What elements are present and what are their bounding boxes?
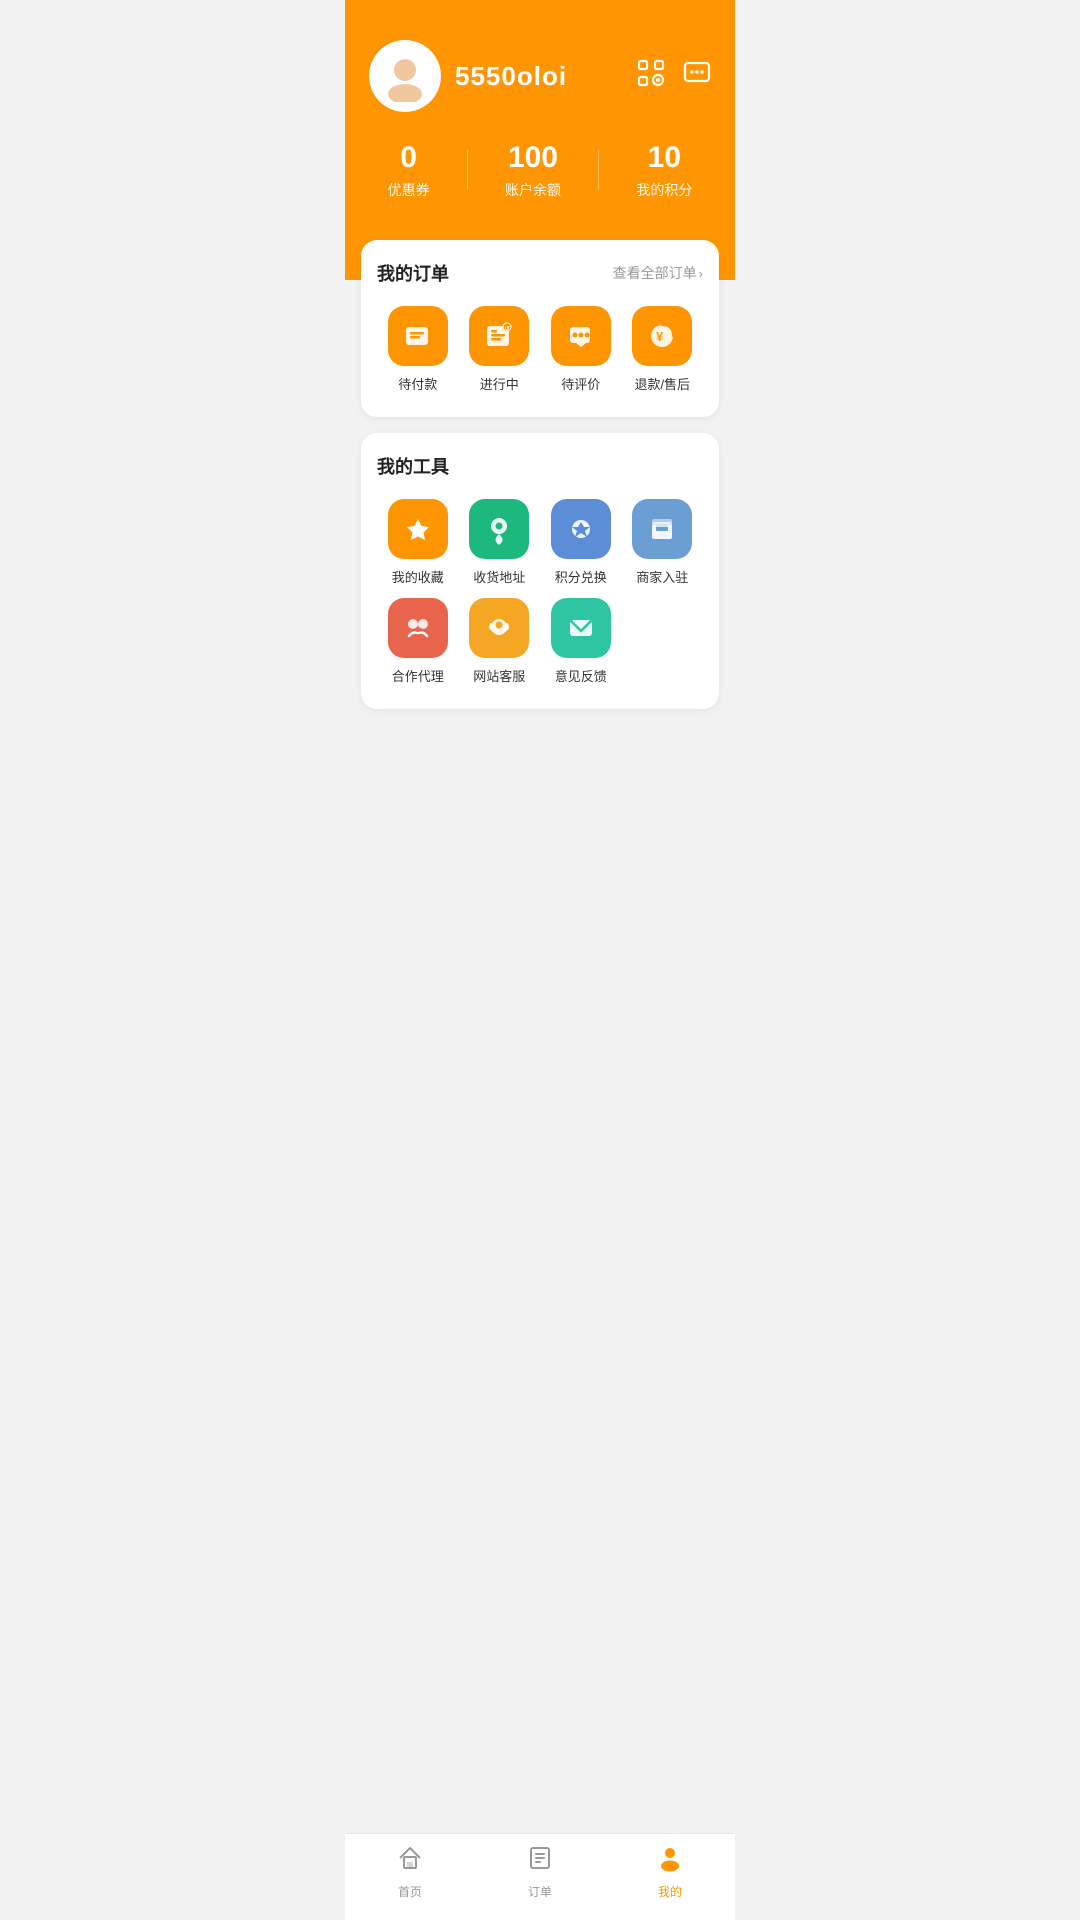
tool-partner-label: 合作代理 — [392, 666, 444, 685]
order-in-progress-label: 进行中 — [480, 374, 519, 393]
tool-feedback[interactable]: 意见反馈 — [540, 598, 622, 685]
username: 5550oloi — [455, 61, 567, 92]
tool-customer-service-label: 网站客服 — [473, 666, 525, 685]
tools-title: 我的工具 — [377, 453, 449, 479]
orders-title: 我的订单 — [377, 260, 449, 286]
nav-profile[interactable]: 我的 — [605, 1844, 735, 1900]
stat-coupons[interactable]: 0 优惠券 — [388, 140, 430, 200]
svg-text:¥: ¥ — [656, 329, 664, 344]
scan-icon[interactable] — [637, 59, 665, 94]
nav-home-label: 首页 — [398, 1883, 422, 1900]
nav-orders-label: 订单 — [528, 1883, 552, 1900]
tool-address[interactable]: 收货地址 — [459, 499, 541, 586]
profile-icon — [656, 1844, 684, 1879]
bottom-nav: 首页 订单 我的 — [345, 1833, 735, 1920]
header-icons — [637, 59, 711, 94]
tool-points-exchange[interactable]: 积分兑换 — [540, 499, 622, 586]
tool-customer-service[interactable]: 网站客服 — [459, 598, 541, 685]
tool-favorites-label: 我的收藏 — [392, 567, 444, 586]
view-all-orders-link[interactable]: 查看全部订单 › — [613, 263, 703, 283]
nav-orders[interactable]: 订单 — [475, 1844, 605, 1900]
stats-row: 0 优惠券 100 账户余额 10 我的积分 — [369, 140, 711, 200]
tool-feedback-label: 意见反馈 — [555, 666, 607, 685]
header: 5550oloi — [345, 0, 735, 280]
nav-home[interactable]: 首页 — [345, 1844, 475, 1900]
order-pending-review[interactable]: 待评价 — [540, 306, 622, 393]
tool-merchant-label: 商家入驻 — [636, 567, 688, 586]
tool-favorites[interactable]: 我的收藏 — [377, 499, 459, 586]
tools-card: 我的工具 我的收藏 收货地址 — [361, 433, 719, 709]
tool-address-label: 收货地址 — [473, 567, 525, 586]
home-icon — [396, 1844, 424, 1879]
message-icon[interactable] — [683, 59, 711, 94]
order-refund-label: 退款/售后 — [634, 374, 690, 393]
order-refund[interactable]: ¥ 退款/售后 — [622, 306, 704, 393]
tool-points-exchange-label: 积分兑换 — [555, 567, 607, 586]
order-in-progress[interactable]: ↺ 进行中 — [459, 306, 541, 393]
stat-points[interactable]: 10 我的积分 — [636, 140, 692, 200]
orders-grid: 待付款 ↺ 进行中 — [377, 306, 703, 393]
order-pending-payment[interactable]: 待付款 — [377, 306, 459, 393]
avatar[interactable] — [369, 40, 441, 112]
tool-merchant[interactable]: 商家入驻 — [622, 499, 704, 586]
tools-row2: 合作代理 网站客服 意见反馈 — [377, 598, 703, 685]
svg-text:↺: ↺ — [505, 326, 510, 333]
orders-icon — [526, 1844, 554, 1879]
order-pending-payment-label: 待付款 — [398, 374, 437, 393]
tools-row1: 我的收藏 收货地址 积分兑换 — [377, 499, 703, 586]
stat-balance[interactable]: 100 账户余额 — [505, 140, 561, 200]
orders-card: 我的订单 查看全部订单 › 待付款 — [361, 240, 719, 417]
order-pending-review-label: 待评价 — [561, 374, 600, 393]
chevron-right-icon: › — [699, 266, 703, 281]
nav-profile-label: 我的 — [658, 1883, 682, 1900]
tool-partner[interactable]: 合作代理 — [377, 598, 459, 685]
